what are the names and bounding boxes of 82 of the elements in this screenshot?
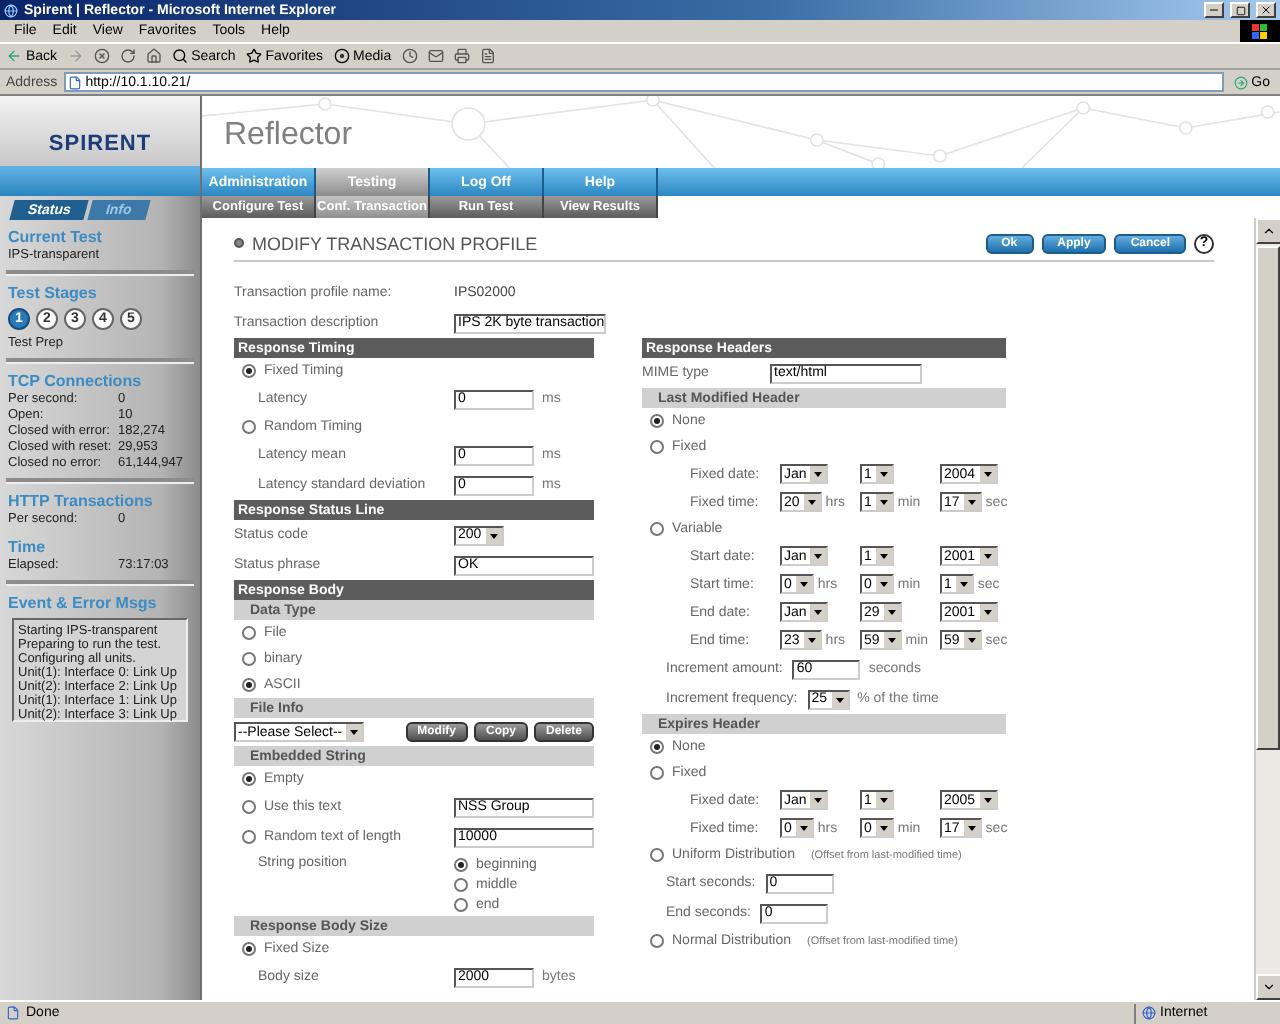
mail-icon[interactable] [427,48,444,64]
scroll-up-button[interactable] [1256,218,1280,244]
star-icon [245,48,262,64]
radio-button[interactable] [242,800,256,814]
close-icon [1260,4,1272,16]
document-icon[interactable] [479,48,496,64]
radio-button[interactable] [242,942,256,956]
close-button[interactable] [1256,2,1276,18]
section-title: Time [8,538,48,556]
radio-button[interactable] [242,678,256,692]
back-arrow-icon [6,48,22,64]
radio-button[interactable] [454,898,468,912]
dropdown-arrow-icon [963,494,980,510]
dropdown-arrow-icon [875,548,892,564]
dropdown-arrow-icon [875,820,892,836]
dropdown-arrow-icon [883,632,900,648]
dropdown-arrow-icon [955,576,972,592]
minimize-button[interactable] [1204,2,1224,18]
stop-icon[interactable] [93,48,110,64]
dropdown-arrow-icon [803,632,820,648]
radio-button[interactable] [242,626,256,640]
section-title: TCP Connections [8,372,144,390]
go-arrow-icon [1233,75,1248,89]
radio-button[interactable] [650,440,664,454]
dropdown-arrow-icon [883,604,900,620]
app-title: Reflector [224,118,353,154]
radio-button[interactable] [454,858,468,872]
dropdown-arrow-icon [875,494,892,510]
dropdown-arrow-icon [963,632,980,648]
dropdown-arrow-icon [875,792,892,808]
disc-icon [333,48,350,64]
page-icon [67,75,82,89]
radio-button[interactable] [242,364,256,378]
logo: SPIRENT [48,132,152,156]
dropdown-arrow-icon [810,466,827,482]
section-title: Current Test [8,228,104,246]
dropdown-arrow-icon [810,604,827,620]
page-title: MODIFY TRANSACTION PROFILE [252,233,540,253]
search-icon [171,48,188,64]
radio-button[interactable] [242,830,256,844]
globe-icon [1142,1006,1156,1020]
radio-button[interactable] [650,414,664,428]
dropdown-arrow-icon [979,792,996,808]
page-icon [6,1006,20,1020]
dropdown-arrow-icon [795,576,812,592]
radio-button[interactable] [454,878,468,892]
home-icon[interactable] [145,48,162,64]
scrollbar-thumb[interactable] [1256,246,1280,750]
radio-button[interactable] [650,740,664,754]
refresh-icon[interactable] [119,48,136,64]
bullet-icon [234,238,244,248]
radio-button[interactable] [650,848,664,862]
radio-button[interactable] [242,652,256,666]
radio-button[interactable] [650,934,664,948]
dropdown-arrow-icon [795,820,812,836]
dropdown-arrow-icon [963,820,980,836]
dropdown-arrow-icon [831,691,848,707]
dropdown-arrow-icon [979,604,996,620]
printer-icon[interactable] [453,48,470,64]
dropdown-arrow-icon [810,548,827,564]
dropdown-arrow-icon [803,494,820,510]
dropdown-arrow-icon [346,724,363,740]
section-title: Event & Error Msgs [8,594,159,612]
dropdown-arrow-icon [810,792,827,808]
radio-button[interactable] [242,420,256,434]
history-icon[interactable] [401,48,418,64]
flag-icon [1252,23,1268,39]
dropdown-arrow-icon [485,527,502,543]
minimize-icon [1208,4,1220,16]
dropdown-arrow-icon [979,466,996,482]
section-title: HTTP Transactions [8,492,155,510]
dropdown-arrow-icon [875,466,892,482]
radio-button[interactable] [650,766,664,780]
dropdown-arrow-icon [875,576,892,592]
maximize-button[interactable] [1230,2,1250,18]
scroll-down-button[interactable] [1256,974,1280,1000]
maximize-icon [1235,5,1245,15]
radio-button[interactable] [242,772,256,786]
radio-button[interactable] [650,522,664,536]
dropdown-arrow-icon [979,548,996,564]
section-title: Test Stages [8,284,99,302]
browser-icon [4,3,18,17]
